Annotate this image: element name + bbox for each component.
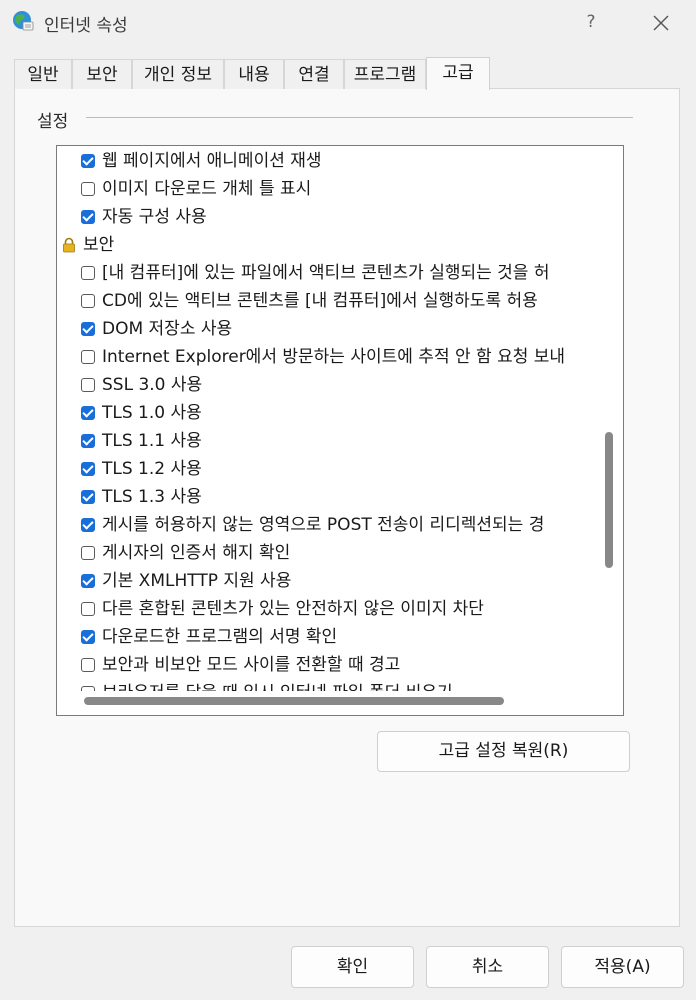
checkbox[interactable] — [81, 294, 95, 308]
checkbox[interactable] — [81, 490, 95, 504]
checkbox[interactable] — [81, 686, 95, 691]
setting-label: Internet Explorer에서 방문하는 사이트에 추적 안 함 요청 … — [102, 347, 566, 367]
tab-content[interactable]: 내용 — [224, 59, 284, 89]
setting-label: TLS 1.0 사용 — [102, 403, 202, 423]
setting-label: 자동 구성 사용 — [102, 207, 207, 227]
setting-label: TLS 1.3 사용 — [102, 487, 202, 507]
setting-label: 이미지 다운로드 개체 틀 표시 — [102, 179, 312, 199]
setting-label: DOM 저장소 사용 — [102, 319, 233, 339]
setting-label: 다운로드한 프로그램의 서명 확인 — [102, 627, 338, 647]
setting-label: [내 컴퓨터]에 있는 파일에서 액티브 콘텐츠가 실행되는 것을 허 — [102, 263, 550, 283]
tab-general[interactable]: 일반 — [14, 59, 72, 89]
internet-globe-icon — [13, 11, 34, 31]
checkbox[interactable] — [81, 210, 95, 224]
lock-icon — [63, 237, 75, 253]
checkbox[interactable] — [81, 462, 95, 476]
tab-privacy[interactable]: 개인 정보 — [132, 59, 224, 89]
checkbox[interactable] — [81, 658, 95, 672]
apply-button[interactable]: 적용(A) — [561, 946, 684, 988]
tab-advanced[interactable]: 고급 — [426, 57, 490, 90]
close-icon[interactable] — [642, 6, 680, 40]
checkbox[interactable] — [81, 546, 95, 560]
checkbox[interactable] — [81, 322, 95, 336]
setting-label: 기본 XMLHTTP 지원 사용 — [102, 571, 292, 591]
tab-security[interactable]: 보안 — [72, 59, 132, 89]
setting-label: CD에 있는 액티브 콘텐츠를 [내 컴퓨터]에서 실행하도록 허용 — [102, 291, 538, 311]
cancel-button[interactable]: 취소 — [426, 946, 549, 988]
checkbox[interactable] — [81, 182, 95, 196]
checkbox[interactable] — [81, 154, 95, 168]
settings-group-label: 설정 — [37, 112, 69, 132]
setting-label: 게시자의 인증서 해지 확인 — [102, 543, 291, 563]
checkbox[interactable] — [81, 434, 95, 448]
checkbox[interactable] — [81, 406, 95, 420]
setting-label: TLS 1.1 사용 — [102, 431, 202, 451]
help-button[interactable]: ? — [574, 6, 608, 40]
checkbox[interactable] — [81, 518, 95, 532]
checkbox[interactable] — [81, 266, 95, 280]
settings-list: 웹 페이지에서 애니메이션 재생 이미지 다운로드 개체 틀 표시 자동 구성 … — [57, 146, 597, 691]
title-bar: 인터넷 속성 ? — [0, 0, 696, 48]
tab-connections[interactable]: 연결 — [284, 59, 344, 89]
window-title: 인터넷 속성 — [44, 16, 128, 36]
group-divider — [86, 117, 633, 118]
setting-label: 다른 혼합된 콘텐츠가 있는 안전하지 않은 이미지 차단 — [102, 599, 484, 619]
checkbox[interactable] — [81, 630, 95, 644]
ok-button[interactable]: 확인 — [291, 946, 414, 988]
restore-advanced-settings-button[interactable]: 고급 설정 복원(R) — [377, 731, 630, 772]
settings-tree[interactable]: 웹 페이지에서 애니메이션 재생 이미지 다운로드 개체 틀 표시 자동 구성 … — [56, 145, 624, 716]
category-label: 보안 — [83, 235, 115, 255]
vertical-scrollbar-thumb[interactable] — [605, 432, 613, 568]
checkbox[interactable] — [81, 378, 95, 392]
setting-label: TLS 1.2 사용 — [102, 459, 202, 479]
setting-label: 웹 페이지에서 애니메이션 재생 — [102, 151, 322, 171]
checkbox[interactable] — [81, 574, 95, 588]
setting-label: 브라우저를 닫을 때 임시 인터넷 파일 폴더 비우기 — [102, 679, 453, 691]
checkbox[interactable] — [81, 602, 95, 616]
setting-label: 보안과 비보안 모드 사이를 전환할 때 경고 — [102, 655, 401, 675]
checkbox[interactable] — [81, 350, 95, 364]
setting-label: 게시를 허용하지 않는 영역으로 POST 전송이 리디렉션되는 경 — [102, 515, 545, 535]
tab-programs[interactable]: 프로그램 — [344, 59, 426, 89]
horizontal-scrollbar-thumb[interactable] — [84, 697, 504, 705]
setting-label: SSL 3.0 사용 — [102, 375, 203, 395]
